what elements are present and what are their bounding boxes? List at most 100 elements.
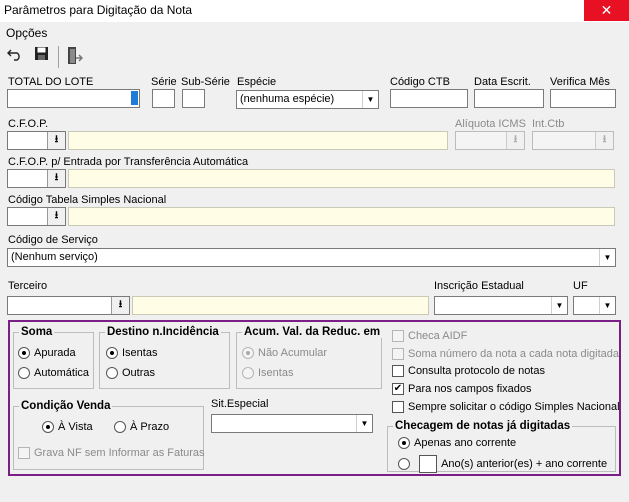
cfop-label: C.F.O.P. xyxy=(8,118,49,130)
cod-tab-simples-input[interactable]: ⭳ xyxy=(7,207,66,226)
codigo-ctb-label: Código CTB xyxy=(390,76,450,88)
total-lote-label: TOTAL DO LOTE xyxy=(8,76,94,88)
aliquota-icms-label: Alíquota ICMS xyxy=(455,118,526,130)
codigo-ctb-input[interactable] xyxy=(390,89,468,108)
subserie-input[interactable] xyxy=(182,89,205,108)
sit-especial-label: Sit.Especial xyxy=(211,398,269,410)
cod-tab-simples-description xyxy=(68,207,615,226)
checkbox-icon xyxy=(392,330,404,343)
checkbox-icon xyxy=(18,447,30,460)
cod-servico-select[interactable]: (Nenhum serviço) ▼ xyxy=(7,248,616,267)
aliquota-icms-input: ⭳ xyxy=(455,131,525,150)
especie-value: (nenhuma espécie) xyxy=(240,93,335,105)
anos-input[interactable] xyxy=(419,455,438,473)
soma-title: Soma xyxy=(19,326,55,338)
acum-isentas-radio: Isentas xyxy=(242,367,293,380)
soma-apurada-radio[interactable]: Apurada xyxy=(18,347,76,360)
lookup-arrow-icon[interactable]: ⭳ xyxy=(111,297,129,314)
radio-selected-icon xyxy=(242,347,254,360)
save-icon[interactable] xyxy=(30,46,52,68)
cfop-transf-input[interactable]: ⭳ xyxy=(7,169,66,188)
radio-icon xyxy=(114,421,126,434)
sit-especial-select[interactable]: ▼ xyxy=(211,414,373,433)
condicao-title: Condição Venda xyxy=(19,400,113,412)
check-mark-icon: ✔ xyxy=(392,383,404,396)
sempre-solicitar-checkbox[interactable]: Sempre solicitar o código Simples Nacion… xyxy=(392,401,620,414)
uf-label: UF xyxy=(573,280,588,292)
chevron-down-icon: ▼ xyxy=(362,91,378,108)
soma-numero-checkbox: Soma número da nota a cada nota digitada xyxy=(392,348,619,361)
total-lote-cursor xyxy=(131,91,138,105)
checkbox-icon xyxy=(392,365,404,378)
total-lote-input[interactable] xyxy=(7,89,140,108)
toolbar-separator xyxy=(58,46,59,68)
radio-icon xyxy=(242,367,254,380)
verifica-mes-label: Verifica Mês xyxy=(550,76,610,88)
radio-icon xyxy=(106,367,118,380)
destino-group: Destino n.Incidência xyxy=(99,326,230,389)
cod-servico-label: Código de Serviço xyxy=(8,234,98,246)
int-ctb-input: ⭳ xyxy=(532,131,614,150)
subserie-label: Sub-Série xyxy=(181,76,230,88)
radio-icon xyxy=(398,458,410,470)
lookup-arrow-icon: ⭳ xyxy=(506,132,524,149)
acum-title: Acum. Val. da Reduc. em xyxy=(242,326,383,338)
cod-servico-value: (Nenhum serviço) xyxy=(11,251,98,263)
serie-label: Série xyxy=(151,76,177,88)
insc-estadual-label: Inscrição Estadual xyxy=(434,280,524,292)
menu-opcoes[interactable]: Opções xyxy=(6,26,47,40)
checagem-apenas-radio[interactable]: Apenas ano corrente xyxy=(398,437,516,450)
condicao-a-prazo-radio[interactable]: À Prazo xyxy=(114,421,169,434)
window: Parâmetros para Digitação da Nota ✕ Opçõ… xyxy=(0,0,629,502)
lookup-arrow-icon[interactable]: ⭳ xyxy=(47,208,65,225)
destino-outras-radio[interactable]: Outras xyxy=(106,367,155,380)
cfop-input[interactable]: ⭳ xyxy=(7,131,66,150)
menu-bar xyxy=(0,22,629,42)
grava-nf-checkbox: Grava NF sem Informar as Faturas xyxy=(18,447,205,460)
destino-isentas-radio[interactable]: Isentas xyxy=(106,347,157,360)
radio-selected-icon xyxy=(398,437,410,450)
checagem-anos-radio[interactable]: Ano(s) anterior(es) + ano corrente xyxy=(398,455,607,473)
chevron-down-icon: ▼ xyxy=(599,249,615,266)
close-button[interactable]: ✕ xyxy=(584,0,629,21)
radio-selected-icon xyxy=(18,347,30,360)
soma-group: Soma xyxy=(13,326,94,389)
destino-title: Destino n.Incidência xyxy=(105,326,221,338)
terceiro-label: Terceiro xyxy=(8,280,48,292)
especie-select[interactable]: (nenhuma espécie) ▼ xyxy=(236,90,379,109)
exit-icon[interactable] xyxy=(63,46,85,68)
undo-icon[interactable] xyxy=(4,46,26,68)
cfop-description xyxy=(68,131,448,150)
cod-tab-simples-label: Código Tabela Simples Nacional xyxy=(8,194,167,206)
terceiro-input[interactable]: ⭳ xyxy=(7,296,130,315)
terceiro-description xyxy=(132,296,429,315)
radio-icon xyxy=(18,367,30,380)
soma-automatica-radio[interactable]: Automática xyxy=(18,367,89,380)
insc-estadual-select[interactable]: ▼ xyxy=(434,296,568,315)
condicao-venda-group: Condição Venda xyxy=(13,400,204,470)
data-escrit-label: Data Escrit. xyxy=(474,76,531,88)
checkbox-icon xyxy=(392,348,404,361)
chevron-down-icon: ▼ xyxy=(356,415,372,432)
data-escrit-input[interactable] xyxy=(474,89,544,108)
chevron-down-icon: ▼ xyxy=(551,297,567,314)
consulta-protocolo-checkbox[interactable]: Consulta protocolo de notas xyxy=(392,365,545,378)
checa-aidf-checkbox: Checa AIDF xyxy=(392,330,467,343)
lookup-arrow-icon[interactable]: ⭳ xyxy=(47,132,65,149)
lookup-arrow-icon[interactable]: ⭳ xyxy=(47,170,65,187)
lookup-arrow-icon: ⭳ xyxy=(595,132,613,149)
acum-group: Acum. Val. da Reduc. em xyxy=(236,326,383,389)
radio-selected-icon xyxy=(106,347,118,360)
cfop-transf-description xyxy=(68,169,615,188)
acum-nao-acumular-radio: Não Acumular xyxy=(242,347,327,360)
radio-selected-icon xyxy=(42,421,54,434)
window-title: Parâmetros para Digitação da Nota xyxy=(4,3,193,17)
condicao-a-vista-radio[interactable]: À Vista xyxy=(42,421,93,434)
verifica-mes-input[interactable] xyxy=(550,89,616,108)
para-campos-checkbox[interactable]: ✔ Para nos campos fixados xyxy=(392,383,532,396)
checkbox-icon xyxy=(392,401,404,414)
chevron-down-icon: ▼ xyxy=(599,297,615,314)
int-ctb-label: Int.Ctb xyxy=(532,118,565,130)
serie-input[interactable] xyxy=(152,89,175,108)
uf-select[interactable]: ▼ xyxy=(573,296,616,315)
